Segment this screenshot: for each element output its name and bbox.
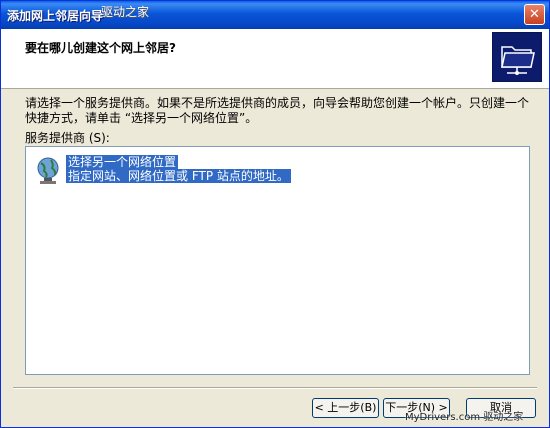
provider-list-label: 服务提供商 (S): xyxy=(25,131,110,145)
watermark-top: 驱动之家 xyxy=(101,5,150,19)
wizard-description: 请选择一个服务提供商。如果不是所选提供商的成员，向导会帮助您创建一个帐户。只创建… xyxy=(25,96,530,125)
list-item-text: 选择另一个网络位置 指定网站、网络位置或 FTP 站点的地址。 xyxy=(66,155,291,183)
wizard-window: 添加网上邻居向导 驱动之家 ✕ 要在哪儿创建这个网上邻居? 请选择一个服务提供商… xyxy=(0,0,550,428)
back-button[interactable]: < 上一步(B) xyxy=(312,398,379,418)
list-item-title: 选择另一个网络位置 xyxy=(66,155,179,169)
button-divider xyxy=(13,387,537,389)
wizard-header: 要在哪儿创建这个网上邻居? xyxy=(1,29,549,89)
header-title: 要在哪儿创建这个网上邻居? xyxy=(25,41,176,55)
provider-listbox[interactable]: 选择另一个网络位置 指定网站、网络位置或 FTP 站点的地址。 xyxy=(25,146,530,375)
watermark-bottom: MyDrivers.com 驱动之家 xyxy=(405,412,524,423)
window-title: 添加网上邻居向导 xyxy=(7,9,104,23)
network-folder-icon xyxy=(492,32,542,82)
list-item-subtitle: 指定网站、网络位置或 FTP 站点的地址。 xyxy=(66,169,291,183)
title-bar[interactable]: 添加网上邻居向导 驱动之家 ✕ xyxy=(1,1,549,29)
network-globe-icon xyxy=(34,157,64,185)
close-icon: ✕ xyxy=(529,7,540,22)
close-button[interactable]: ✕ xyxy=(524,4,545,25)
